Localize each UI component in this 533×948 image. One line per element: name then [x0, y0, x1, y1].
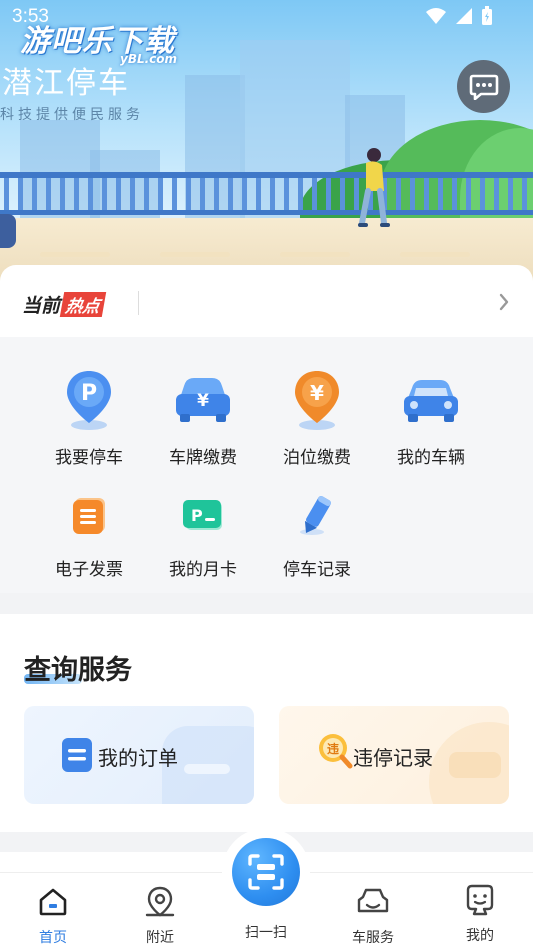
tab-profile[interactable]: 我的 — [440, 883, 520, 945]
service-park[interactable]: P 我要停车 — [34, 365, 144, 468]
svg-text:P: P — [81, 381, 97, 406]
query-title: 查询服务 — [24, 655, 132, 686]
service-my-vehicle[interactable]: 我的车辆 — [376, 365, 486, 468]
violation-records-label: 违停记录 — [353, 746, 433, 770]
tab-label: 车服务 — [352, 930, 394, 946]
car-edge-illustration — [0, 214, 16, 248]
signal-icon — [456, 8, 472, 24]
service-label: 泊位缴费 — [283, 448, 351, 468]
service-label: 电子发票 — [55, 560, 123, 580]
pedestrian-illustration — [358, 148, 390, 227]
railing-illustration — [0, 172, 533, 215]
divider — [138, 291, 139, 315]
service-label: 我要停车 — [55, 448, 123, 468]
violation-records-card[interactable]: 违 违停记录 — [279, 706, 509, 804]
berth-payment-icon: ¥ — [295, 371, 339, 430]
profile-icon — [466, 884, 494, 916]
service-grid: P 我要停车 ¥ 车牌缴费 ¥ 泊位缴费 我的车辆 电子发票 P 我的月卡 停车… — [0, 337, 533, 593]
service-label: 我的月卡 — [169, 560, 237, 580]
monthly-card-icon: P — [183, 500, 222, 530]
service-berth-pay[interactable]: ¥ 泊位缴费 — [262, 365, 372, 468]
tab-car-service[interactable]: 车服务 — [333, 885, 413, 947]
hot-topics-logo: 当前 热点 — [22, 291, 107, 318]
service-parking-record[interactable]: 停车记录 — [262, 481, 372, 580]
car-icon — [404, 380, 458, 422]
service-invoice[interactable]: 电子发票 — [34, 481, 144, 580]
hot-label-current: 当前 — [22, 295, 61, 317]
tab-label: 我的 — [466, 928, 494, 944]
service-label: 车牌缴费 — [169, 448, 237, 468]
car-service-icon — [357, 888, 389, 913]
invoice-icon — [73, 498, 105, 534]
app-title: 潜江停车 — [2, 66, 130, 101]
header-banner: 3:53 游吧乐下载 yBL.com 潜江停车 科技提供便民服务 — [0, 0, 533, 290]
query-section: 查询服务 我的订单 违 违停记录 — [0, 614, 533, 832]
app-subtitle: 科技提供便民服务 — [0, 107, 144, 123]
scan-label: 扫一扫 — [245, 925, 287, 941]
svg-text:¥: ¥ — [310, 381, 324, 405]
my-orders-card[interactable]: 我的订单 — [24, 706, 254, 804]
service-label: 我的车辆 — [397, 448, 465, 468]
tab-nearby[interactable]: 附近 — [120, 885, 200, 947]
service-monthly-card[interactable]: P 我的月卡 — [148, 481, 258, 580]
chevron-right-icon[interactable] — [498, 293, 510, 311]
service-plate-pay[interactable]: ¥ 车牌缴费 — [148, 365, 258, 468]
scan-icon — [248, 854, 284, 890]
service-label: 停车记录 — [283, 560, 351, 580]
my-orders-label: 我的订单 — [98, 746, 178, 770]
status-icons — [425, 6, 493, 26]
tab-home[interactable]: 首页 — [13, 885, 93, 947]
violation-search-icon: 违 — [319, 734, 353, 769]
tab-label: 首页 — [39, 930, 67, 946]
home-icon — [39, 888, 67, 916]
plate-payment-icon: ¥ — [176, 378, 230, 422]
svg-text:P: P — [191, 506, 203, 525]
scan-button[interactable] — [232, 838, 300, 906]
message-button[interactable] — [457, 60, 510, 113]
hot-topics-bar[interactable]: 当前 热点 — [0, 265, 533, 337]
battery-icon — [482, 6, 492, 25]
svg-text:¥: ¥ — [197, 391, 209, 411]
hot-label-hot: 热点 — [59, 292, 107, 317]
chat-icon — [469, 74, 498, 100]
tab-label: 附近 — [146, 930, 174, 946]
parking-record-icon — [300, 496, 331, 535]
location-icon — [145, 886, 175, 917]
parking-pin-icon: P — [67, 371, 111, 430]
order-icon — [62, 738, 92, 772]
svg-text:违: 违 — [327, 741, 339, 756]
wifi-icon — [426, 8, 446, 24]
